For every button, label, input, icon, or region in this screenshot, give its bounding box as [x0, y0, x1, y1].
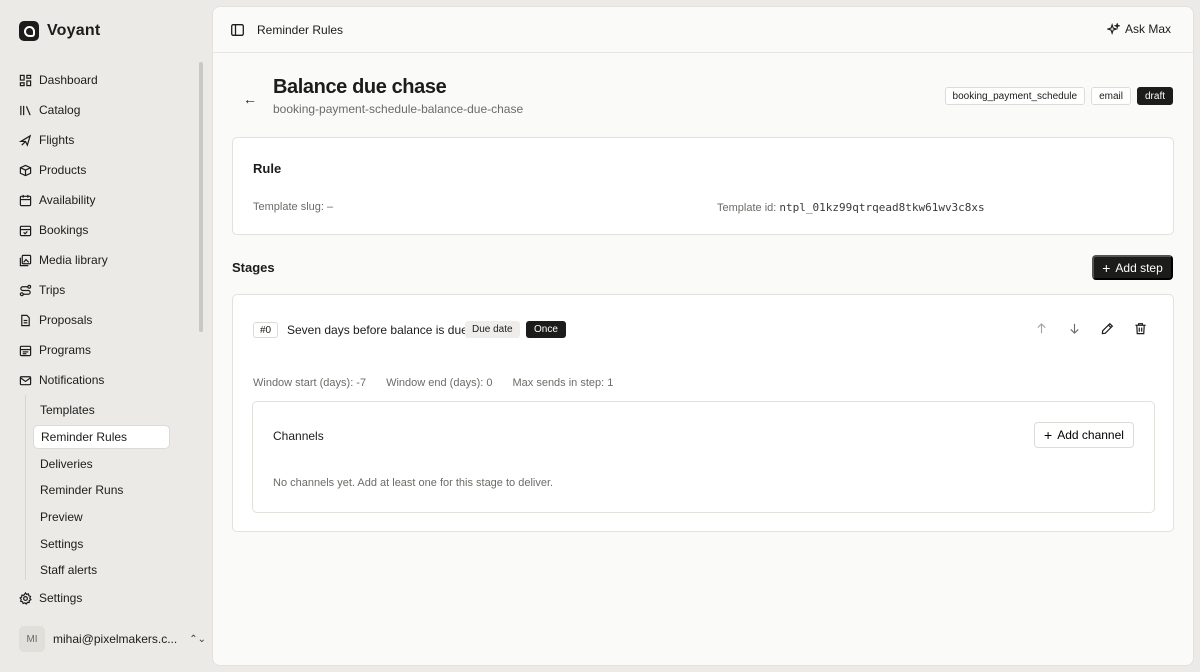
window-end: Window end (days): 0	[386, 377, 493, 389]
arrow-down-icon[interactable]	[1068, 322, 1081, 335]
sidebar-item-label: Dashboard	[39, 73, 98, 87]
sidebar-item-label: Availability	[39, 193, 96, 207]
max-sends: Max sends in step: 1	[512, 377, 614, 389]
channels-title: Channels	[273, 429, 324, 443]
add-channel-button[interactable]: + Add channel	[1034, 422, 1134, 448]
stage-actions	[1035, 322, 1147, 335]
tag-channel: email	[1091, 87, 1131, 105]
frequency-badge: Once	[526, 321, 566, 338]
sidebar-item-label: Settings	[39, 591, 83, 605]
main-panel: Reminder Rules Ask Max ← Balance due cha…	[212, 6, 1194, 666]
image-icon	[19, 254, 32, 266]
library-icon	[20, 105, 31, 115]
topbar: Reminder Rules Ask Max	[213, 7, 1193, 53]
sidebar-item-label: Products	[39, 163, 87, 177]
sidebar-subitem-preview[interactable]: Preview	[33, 505, 170, 529]
ask-max-label: Ask Max	[1124, 22, 1171, 36]
sidebar-item-settings[interactable]: Settings	[19, 587, 199, 609]
stage-name: Seven days before balance is due	[287, 323, 468, 337]
page-title: Balance due chase	[273, 76, 447, 98]
voyant-logo-icon	[19, 21, 39, 41]
sidebar-item-trips[interactable]: Trips	[19, 279, 199, 301]
sidebar-item-catalog[interactable]: Catalog	[19, 99, 199, 121]
stage-card: #0 Seven days before balance is due Due …	[232, 294, 1174, 532]
sidebar-subitem-settings[interactable]: Settings	[33, 532, 170, 556]
avatar: MI	[19, 626, 45, 652]
sidebar-item-media-library[interactable]: Media library	[19, 249, 199, 271]
calendar-range-icon	[19, 345, 32, 356]
box-icon	[19, 164, 32, 176]
plus-icon: +	[1044, 427, 1053, 443]
back-arrow-icon[interactable]: ←	[243, 91, 257, 107]
sidebar-item-proposals[interactable]: Proposals	[19, 309, 199, 331]
sidebar-item-availability[interactable]: Availability	[19, 189, 199, 211]
breadcrumb[interactable]: Reminder Rules	[257, 23, 343, 37]
rule-card-title: Rule	[253, 161, 282, 176]
rule-card: Rule Template slug: – Template id: ntpl_…	[232, 137, 1174, 235]
sidebar-item-label: Programs	[39, 343, 92, 357]
sidebar-item-flights[interactable]: Flights	[19, 129, 199, 151]
sidebar-item-programs[interactable]: Programs	[19, 339, 199, 361]
chevron-up-down-icon: ⌃⌄	[189, 633, 206, 645]
sidebar-subitem-staff-alerts[interactable]: Staff alerts	[33, 558, 170, 582]
sidebar-item-notifications[interactable]: Notifications	[19, 369, 199, 391]
sidebar-item-label: Notifications	[39, 373, 105, 387]
sparkles-icon	[1106, 22, 1120, 35]
sidebar-subitem-reminder-runs[interactable]: Reminder Runs	[33, 478, 170, 502]
template-slug: Template slug: –	[253, 201, 334, 213]
sidebar-item-products[interactable]: Products	[19, 159, 199, 181]
route-icon	[19, 284, 32, 296]
brand[interactable]: Voyant	[19, 21, 100, 41]
gear-icon	[19, 591, 32, 605]
sidebar-scrollbar[interactable]	[199, 62, 203, 332]
calendar-icon	[19, 194, 32, 206]
stage-meta: Window start (days): -7 Window end (days…	[253, 377, 613, 389]
template-id-label: Template id:	[717, 202, 780, 214]
sidebar-item-label: Flights	[39, 133, 75, 147]
status-badge: draft	[1136, 87, 1173, 105]
plane-icon	[19, 134, 32, 147]
trash-icon[interactable]	[1134, 322, 1147, 335]
trigger-badge: Due date	[465, 321, 520, 338]
sidebar-item-label: Media library	[39, 253, 108, 267]
sidebar-item-label: Bookings	[39, 223, 89, 237]
window-start: Window start (days): -7	[253, 377, 367, 389]
user-menu[interactable]: MI mihai@pixelmakers.c... ⌃⌄	[19, 626, 206, 652]
calendar-check-icon	[19, 225, 32, 236]
plus-icon: +	[1102, 259, 1111, 276]
channels-panel: Channels + Add channel No channels yet. …	[252, 401, 1155, 513]
add-channel-label: Add channel	[1057, 428, 1124, 442]
sidebar-subitem-deliveries[interactable]: Deliveries	[33, 452, 170, 476]
add-step-label: Add step	[1115, 260, 1163, 275]
sidebar-item-label: Proposals	[39, 313, 93, 327]
ask-max-button[interactable]: Ask Max	[1106, 22, 1171, 36]
tag-list: booking_payment_schedule email draft	[944, 87, 1173, 105]
sidebar-item-label: Catalog	[39, 103, 81, 117]
sidebar-toggle-icon[interactable]	[231, 24, 244, 36]
tag-schedule: booking_payment_schedule	[944, 87, 1086, 105]
page-slug: booking-payment-schedule-balance-due-cha…	[273, 102, 524, 116]
dashboard-icon	[19, 74, 32, 86]
channels-empty-state: No channels yet. Add at least one for th…	[273, 477, 554, 489]
file-icon	[21, 314, 30, 326]
mail-icon	[19, 375, 32, 385]
sidebar-subitem-reminder-rules[interactable]: Reminder Rules	[33, 425, 170, 449]
submenu-divider	[25, 395, 26, 580]
sidebar-item-bookings[interactable]: Bookings	[19, 219, 199, 241]
sidebar: Voyant Dashboard Catalog Flights Product…	[0, 0, 212, 672]
sidebar-item-label: Trips	[39, 283, 66, 297]
pencil-icon[interactable]	[1101, 322, 1114, 335]
stages-title: Stages	[232, 260, 275, 275]
add-step-button[interactable]: + Add step	[1092, 255, 1173, 280]
stage-number: #0	[253, 322, 279, 338]
brand-name: Voyant	[47, 22, 101, 39]
sidebar-item-dashboard[interactable]: Dashboard	[19, 69, 199, 91]
user-email: mihai@pixelmakers.c...	[53, 632, 178, 646]
arrow-up-icon[interactable]	[1035, 322, 1048, 335]
template-id-value: ntpl_01kz99qtrqead8tkw61wv3c8xs	[779, 201, 985, 214]
sidebar-subitem-templates[interactable]: Templates	[33, 398, 170, 422]
template-id: Template id: ntpl_01kz99qtrqead8tkw61wv3…	[717, 201, 985, 214]
